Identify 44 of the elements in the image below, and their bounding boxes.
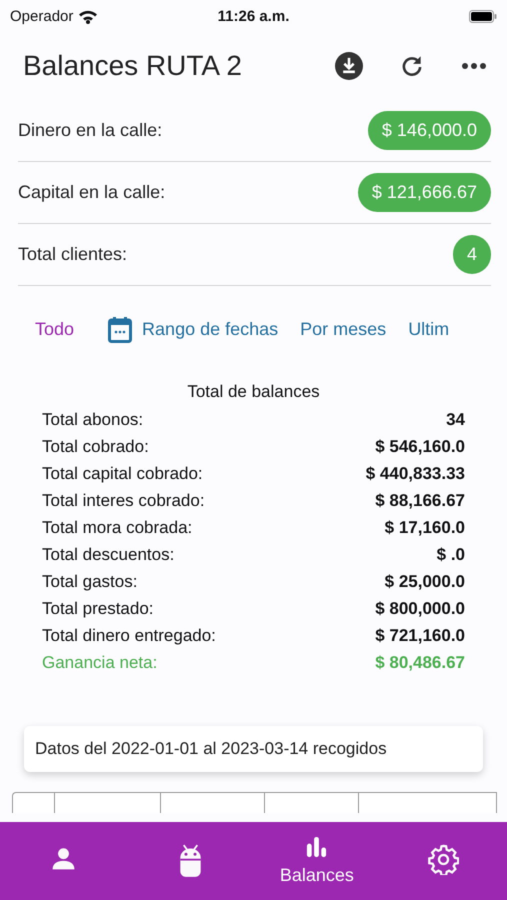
section-title: Total de balances — [187, 382, 320, 402]
date-range-note: Datos del 2022-01-01 al 2023-03-14 recogidos — [24, 726, 483, 772]
clock-time: 11:26 a.m. — [218, 8, 290, 24]
nav-label[interactable]: Balances — [280, 865, 354, 886]
balance-value: 34 — [446, 410, 465, 430]
stat-value-pill: $ 146,000.0 — [368, 111, 491, 150]
balance-label: Total interes cobrado: — [42, 490, 205, 510]
balance-label: Total abonos: — [42, 410, 144, 430]
download-icon[interactable] — [335, 52, 363, 80]
robot-icon[interactable] — [178, 844, 203, 878]
balance-value: $ 88,166.67 — [375, 490, 465, 510]
page-title: Balances RUTA 2 — [23, 50, 243, 82]
stat-label: Total clientes: — [18, 244, 128, 265]
calendar-icon[interactable] — [108, 316, 132, 342]
stat-value-pill: $ 121,666.67 — [358, 173, 491, 212]
balance-value: $ .0 — [436, 544, 465, 564]
balance-label: Total prestado: — [42, 598, 154, 618]
stat-label: Capital en la calle: — [18, 182, 166, 203]
balance-label: Total cobrado: — [42, 436, 149, 456]
settings-icon[interactable] — [428, 844, 460, 875]
filter-tab[interactable]: Por meses — [300, 318, 386, 340]
balance-value: $ 440,833.33 — [366, 464, 465, 484]
battery-icon — [469, 10, 497, 22]
filter-tab[interactable]: Todo — [35, 318, 74, 340]
carrier-name: Operador — [10, 8, 74, 24]
stat-label: Dinero en la calle: — [18, 120, 162, 141]
more-icon[interactable] — [461, 62, 487, 70]
balance-value: $ 80,486.67 — [375, 652, 465, 672]
stat-value-pill: 4 — [452, 235, 491, 274]
balance-label: Total capital cobrado: — [42, 464, 203, 484]
balance-label: Total mora cobrada: — [42, 518, 192, 538]
filter-tab[interactable]: Ultim — [408, 318, 450, 340]
balance-label: Total descuentos: — [42, 544, 174, 564]
balance-value: $ 546,160.0 — [375, 436, 465, 456]
balance-label: Total dinero entregado: — [42, 626, 216, 646]
bar-chart-icon[interactable] — [305, 836, 328, 859]
balance-label: Ganancia neta: — [42, 652, 158, 672]
balance-value: $ 17,160.0 — [384, 518, 465, 538]
balance-value: $ 721,160.0 — [375, 626, 465, 646]
balance-value: $ 25,000.0 — [384, 572, 465, 592]
filter-tab[interactable]: Rango de fechas — [142, 318, 278, 340]
balance-value: $ 800,000.0 — [375, 598, 465, 618]
balance-label: Total gastos: — [42, 572, 138, 592]
wifi-icon — [78, 8, 98, 24]
